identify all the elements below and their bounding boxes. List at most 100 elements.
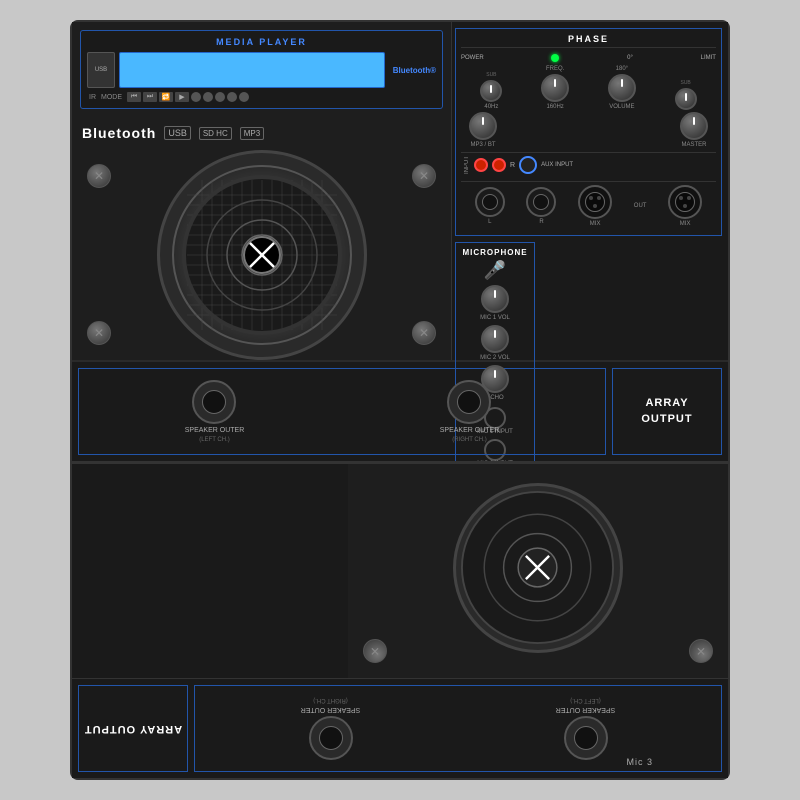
sub-freq-row: SUB 40Hz FREQ. 160Hz 180° VOLUME [461,66,716,110]
trs-r-group: R [526,187,556,225]
prev-button[interactable]: ⏮ [127,92,141,102]
fan-inner [172,165,352,345]
mp3bt-knob[interactable] [469,112,497,140]
array-output-section: SPEAKER OUTER (LEFT CH.) SPEAKER OUTER (… [72,362,728,462]
screw-top-right: ✕ [412,164,436,188]
bluetooth-text: Bluetooth [82,125,156,141]
sub-knob-group: SUB 40Hz [480,72,502,110]
out-label: OUT [634,203,647,209]
device-panel: MEDIA PLAYER USB Bluetooth® IR MODE ⏮ ⏭ … [70,20,730,780]
r-label-2: R [539,219,543,225]
xlr-mix-jack-left[interactable] [578,185,612,219]
volume-label: VOLUME [609,104,634,110]
mirrored-content: SPEAKER OUTER (LEFT CH.) SPEAKER OUTER (… [72,464,728,778]
sub-left-label: SUB [486,72,496,78]
speaker-area: ✕ ✕ ✕ ✕ [72,149,451,360]
speaker-outer-left-label: SPEAKER OUTER [185,427,245,434]
dot-btn-5[interactable] [239,92,249,102]
screw-top-left: ✕ [87,164,111,188]
speaker-outer-left-ch-label: (LEFT CH.) [199,437,230,443]
aux-input-jack[interactable] [519,156,537,174]
xlr-jack-group-right: MIX [668,185,702,227]
freq-40hz-label: 40Hz [484,104,498,110]
microphone-title: MICROPHONE [461,248,529,257]
freq-label: FREQ. [546,66,564,72]
180-label: 180° [616,66,628,72]
input-jacks-row: INPUT R AUX INPUT [461,152,716,177]
dot-btn-1[interactable] [191,92,201,102]
limit-label: LIMIT [701,55,716,61]
bottom-mirrored-section: SPEAKER OUTER (LEFT CH.) SPEAKER OUTER (… [72,462,728,778]
media-controls-row: USB Bluetooth® [87,52,436,88]
power-label: POWER [461,55,484,61]
mic1-vol-label: MIC 1 VOL [480,315,510,321]
mic1-vol-knob[interactable] [481,285,509,313]
power-led [551,54,559,62]
phase-title: PHASE [461,34,716,48]
freq-knob[interactable] [541,74,569,102]
trs-left-jack[interactable] [475,187,505,217]
xlr-jack-group: MIX [578,185,612,227]
sub-right-knob-group: SUB [675,80,697,110]
sub-left-knob[interactable] [480,80,502,102]
left-panel: MEDIA PLAYER USB Bluetooth® IR MODE ⏮ ⏭ … [72,22,452,360]
volume-knob[interactable] [608,74,636,102]
rca-red-jack[interactable] [492,158,506,172]
media-player-title: MEDIA PLAYER [87,37,436,47]
mp3bt-knob-group: MP3 / BT [469,112,497,148]
sd-card-slot[interactable]: USB [87,52,115,88]
mp3bt-master-row: MP3 / BT MASTER [461,112,716,148]
play-button[interactable]: ▶ [175,92,189,102]
mp3bt-label: MP3 / BT [470,142,495,148]
sub-right-knob[interactable] [675,88,697,110]
screw-bottom-right: ✕ [412,321,436,345]
r-label: R [510,162,515,169]
trs-xlr-row: L R [461,181,716,230]
trs-l-group: L [475,187,505,225]
mode-label: MODE [101,94,122,101]
next-button[interactable]: ⏭ [143,92,157,102]
rca-white-jack[interactable] [474,158,488,172]
freq-knob-group: FREQ. 160Hz [541,66,569,110]
l-label: L [488,219,491,225]
fan-svg [182,175,342,335]
top-section: MEDIA PLAYER USB Bluetooth® IR MODE ⏮ ⏭ … [72,22,728,362]
sd-icon: SD HC [199,127,232,140]
zero-label: 0° [627,55,633,61]
master-label: MASTER [681,142,706,148]
screw-bottom-left: ✕ [87,321,111,345]
mic3-label-area: Mic 3 [626,752,653,770]
mic-icon: 🎤 [461,260,529,281]
power-limit-row: POWER 0° LIMIT [461,54,716,62]
speaker-fan [157,150,367,360]
mix-out-label-2: MIX [680,221,691,227]
phase-controls-section: PHASE POWER 0° LIMIT SUB 40Hz [455,28,722,236]
media-player-section: MEDIA PLAYER USB Bluetooth® IR MODE ⏮ ⏭ … [80,30,443,109]
mix-out-label: MIX [590,221,601,227]
dot-btn-2[interactable] [203,92,213,102]
array-output-label-section: ARRAY OUTPUT [612,368,722,455]
mic3-label: Mic 3 [626,757,653,767]
dot-btn-4[interactable] [227,92,237,102]
xlr-mix-jack-right[interactable] [668,185,702,219]
speaker-outer-right-ch-label: (RIGHT CH.) [452,437,487,443]
aux-input-label: AUX INPUT [541,162,573,168]
input-label: INPUT [464,156,470,174]
array-output-label: ARRAY OUTPUT [621,396,713,427]
ir-label: IR [89,94,96,101]
lcd-display [119,52,385,88]
speaker-outer-left-group: SPEAKER OUTER (LEFT CH.) [185,380,245,443]
usb-icon: USB [164,126,191,140]
repeat-button[interactable]: 🔁 [159,92,173,102]
mic2-vol-label: MIC 2 VOL [480,355,510,361]
right-panel: PHASE POWER 0° LIMIT SUB 40Hz [452,22,728,360]
dot-btn-3[interactable] [215,92,225,102]
master-knob[interactable] [680,112,708,140]
trs-right-jack[interactable] [526,187,556,217]
mic2-vol-knob[interactable] [481,325,509,353]
bluetooth-icons-row: Bluetooth USB SD HC MP3 [72,117,451,149]
freq-160hz-label: 160Hz [546,104,563,110]
speaker-outer-left-jack[interactable] [192,380,236,424]
volume-knob-group: 180° VOLUME [608,66,636,110]
echo-knob[interactable] [481,365,509,393]
